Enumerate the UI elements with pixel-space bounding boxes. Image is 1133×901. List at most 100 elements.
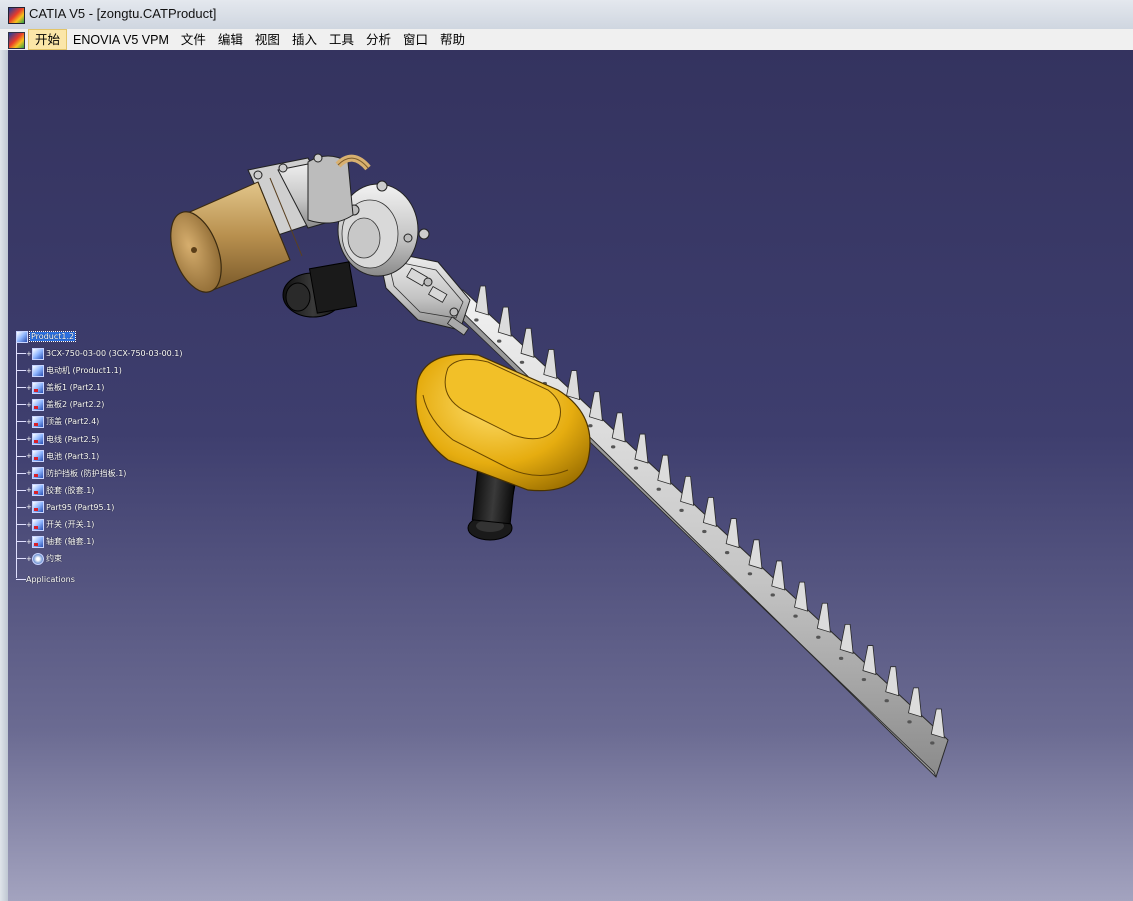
menu-item[interactable]: 文件	[175, 29, 212, 50]
tree-node-label[interactable]: 3CX-750-03-00 (3CX-750-03-00.1)	[46, 349, 183, 358]
tree-node-label[interactable]: 电池 (Part3.1)	[46, 451, 99, 462]
menu-item[interactable]: 帮助	[434, 29, 471, 50]
blade-tooth	[657, 454, 672, 485]
3d-viewport[interactable]: Product1.2 +3CX-750-03-00 (3CX-750-03-00…	[8, 50, 1133, 901]
menu-item[interactable]: 窗口	[397, 29, 434, 50]
tree-branch-line	[16, 438, 26, 440]
blade-tooth	[862, 645, 877, 676]
tree-root-label[interactable]: Product1.2	[28, 331, 77, 342]
expand-icon[interactable]: +	[26, 418, 32, 426]
tree-node[interactable]: + 顶盖 (Part2.4)	[16, 414, 99, 429]
tree-branch-line	[16, 370, 26, 372]
blade-hole	[884, 699, 889, 703]
expand-icon[interactable]: +	[26, 521, 32, 529]
tree-node[interactable]: +3CX-750-03-00 (3CX-750-03-00.1)	[16, 346, 183, 361]
blade-tooth	[794, 581, 808, 612]
blade-hole	[656, 487, 661, 491]
menu-item[interactable]: 分析	[360, 29, 397, 50]
motor-bottom-cap[interactable]	[282, 261, 358, 318]
cutter-blade[interactable]	[445, 285, 949, 778]
tree-branch-line	[16, 541, 26, 543]
blade-teeth	[474, 285, 945, 739]
blade-tooth	[634, 433, 649, 464]
tree-node-label[interactable]: Part95 (Part95.1)	[46, 503, 114, 512]
product-icon	[32, 347, 44, 360]
expand-icon[interactable]: +	[26, 469, 32, 477]
blade-hole	[496, 339, 502, 343]
blade-hole	[610, 445, 616, 449]
tree-node[interactable]: + 防护挡板 (防护挡板.1)	[16, 466, 126, 481]
blade-hole	[770, 593, 775, 597]
menu-item[interactable]: 编辑	[212, 29, 249, 50]
blade-tooth	[885, 666, 900, 697]
menu-item[interactable]: 开始	[28, 29, 68, 50]
tree-node[interactable]: + 胶套 (胶套.1)	[16, 483, 94, 498]
expand-icon[interactable]: +	[26, 503, 32, 511]
specification-tree: Product1.2 +3CX-750-03-00 (3CX-750-03-00…	[12, 328, 212, 588]
blade-tooth	[702, 497, 717, 528]
tree-node-label[interactable]: 盖板1 (Part2.1)	[46, 382, 104, 393]
tree-applications-label[interactable]: Applications	[26, 575, 75, 584]
blade-tooth	[748, 539, 763, 570]
expand-icon[interactable]: +	[26, 452, 32, 460]
tree-node-label[interactable]: 电动机 (Product1.1)	[46, 365, 122, 376]
tree-applications[interactable]: Applications	[16, 572, 75, 587]
blade-tooth	[725, 518, 740, 549]
part-icon	[32, 501, 44, 514]
tree-branch-line	[16, 524, 26, 525]
tree-node-label[interactable]: 轴套 (轴套.1)	[46, 536, 94, 547]
expand-icon[interactable]: +	[26, 486, 32, 494]
tree-node-label[interactable]: 开关 (开关.1)	[46, 519, 94, 530]
expand-icon[interactable]: +	[26, 555, 32, 563]
title-bar: CATIA V5 - [zongtu.CATProduct]	[0, 0, 1133, 30]
tree-node[interactable]: + 开关 (开关.1)	[16, 517, 94, 532]
expand-icon[interactable]: +	[26, 384, 32, 392]
tree-node-label[interactable]: 防护挡板 (防护挡板.1)	[46, 468, 126, 479]
tree-node-label[interactable]: 电线 (Part2.5)	[46, 434, 99, 445]
tree-node-label[interactable]: 约束	[46, 553, 62, 564]
blade-hole	[816, 635, 821, 639]
menu-item[interactable]: 插入	[286, 29, 323, 50]
document-icon[interactable]	[8, 32, 25, 49]
blade-hole	[793, 614, 798, 618]
blade-tooth	[930, 708, 945, 739]
menu-item[interactable]: 工具	[323, 29, 360, 50]
tree-node[interactable]: + Part95 (Part95.1)	[16, 500, 114, 515]
tree-node-label[interactable]: 顶盖 (Part2.4)	[46, 416, 99, 427]
tree-node-label[interactable]: 盖板2 (Part2.2)	[46, 399, 104, 410]
tree-node[interactable]: + 轴套 (轴套.1)	[16, 534, 94, 549]
tree-node[interactable]: + 盖板2 (Part2.2)	[16, 397, 104, 412]
handle-housing[interactable]	[415, 353, 591, 492]
part-icon	[32, 484, 44, 497]
catia-app-icon[interactable]	[8, 7, 25, 24]
menu-item[interactable]: ENOVIA V5 VPM	[67, 29, 175, 50]
tree-node[interactable]: + 盖板1 (Part2.1)	[16, 380, 104, 395]
blade-holes	[474, 318, 935, 745]
part-icon	[32, 433, 44, 445]
blade-tooth	[839, 624, 854, 654]
tree-node[interactable]: + 电池 (Part3.1)	[16, 449, 99, 464]
tree-node[interactable]: + 电动机 (Product1.1)	[16, 363, 122, 378]
expand-icon[interactable]: +	[26, 538, 32, 546]
blade-hole	[861, 677, 867, 682]
expand-icon[interactable]: +	[26, 435, 32, 443]
blade-tooth	[497, 306, 512, 337]
part-icon	[32, 467, 44, 480]
part-icon	[32, 415, 44, 428]
tree-branch-line	[16, 472, 26, 474]
tree-root[interactable]: Product1.2	[16, 329, 77, 344]
expand-icon[interactable]: +	[26, 401, 32, 409]
expand-icon[interactable]: +	[26, 367, 32, 375]
tree-node[interactable]: + 约束	[16, 551, 62, 566]
menu-item[interactable]: 视图	[249, 29, 286, 50]
blade-hole	[724, 551, 730, 555]
expand-icon[interactable]: +	[26, 350, 32, 358]
part-icon	[32, 398, 44, 411]
tree-node-label[interactable]: 胶套 (胶套.1)	[46, 485, 94, 496]
tree-branch-line	[16, 404, 26, 406]
blade-tooth	[543, 349, 558, 380]
window-left-edge	[0, 50, 8, 901]
part-icon	[32, 450, 44, 463]
tree-node[interactable]: + 电线 (Part2.5)	[16, 432, 99, 447]
tree-branch-line	[16, 421, 26, 423]
